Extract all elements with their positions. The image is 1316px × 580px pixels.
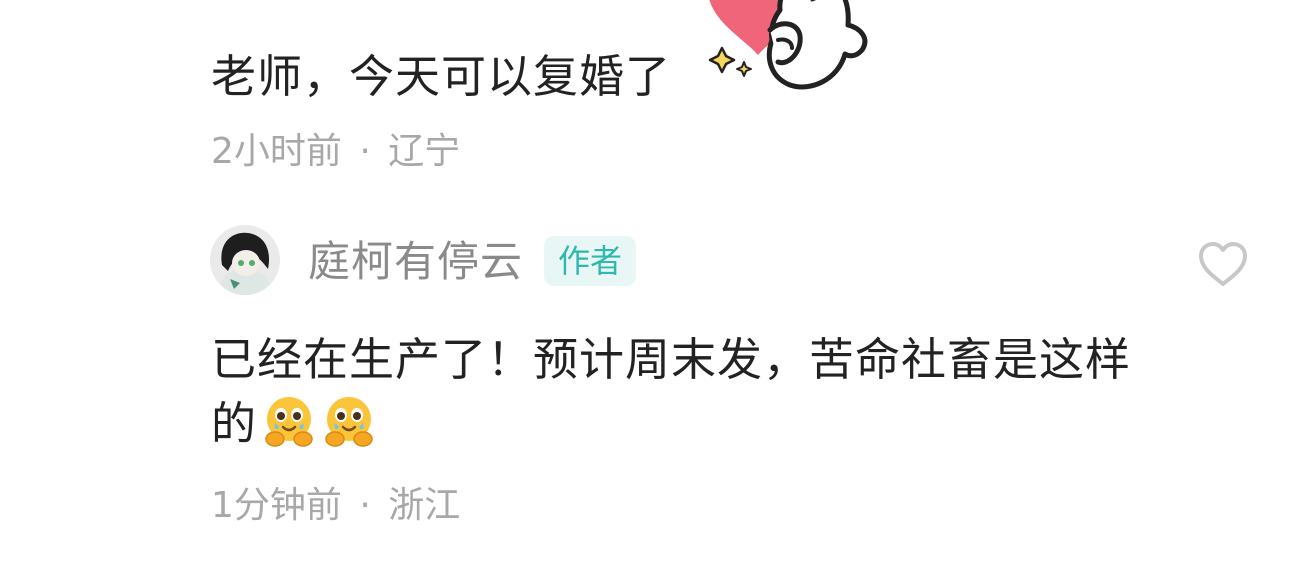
reply-username[interactable]: 庭柯有停云: [308, 236, 523, 288]
crying-hug-emoji: [325, 397, 373, 447]
reply-meta: 1分钟前 · 浙江: [211, 484, 460, 528]
like-button[interactable]: [1196, 240, 1250, 290]
meta-separator: ·: [359, 131, 371, 172]
author-badge: 作者: [544, 236, 636, 286]
comment-time: 2小时前: [211, 131, 342, 172]
comment-thread: 老师，今天可以复婚了 2小时前 · 辽宁 庭柯有停云 作者 已经在生产了！预计周…: [0, 0, 1316, 580]
reply-text: 已经在生产了！预计周末发，苦命社畜是这样的: [211, 328, 1171, 456]
reply-location: 浙江: [388, 485, 461, 526]
avatar-image: [210, 225, 280, 295]
crying-hug-emoji: [265, 397, 313, 447]
meta-separator: ·: [359, 485, 371, 526]
comment-text: 老师，今天可以复婚了: [211, 50, 672, 103]
comment-meta: 2小时前 · 辽宁: [211, 130, 460, 174]
duck-holding-heart-sticker: [708, 0, 868, 90]
reply-time: 1分钟前: [211, 485, 342, 526]
avatar[interactable]: [210, 225, 280, 295]
heart-outline-icon: [1199, 242, 1247, 286]
comment-location: 辽宁: [388, 131, 461, 172]
